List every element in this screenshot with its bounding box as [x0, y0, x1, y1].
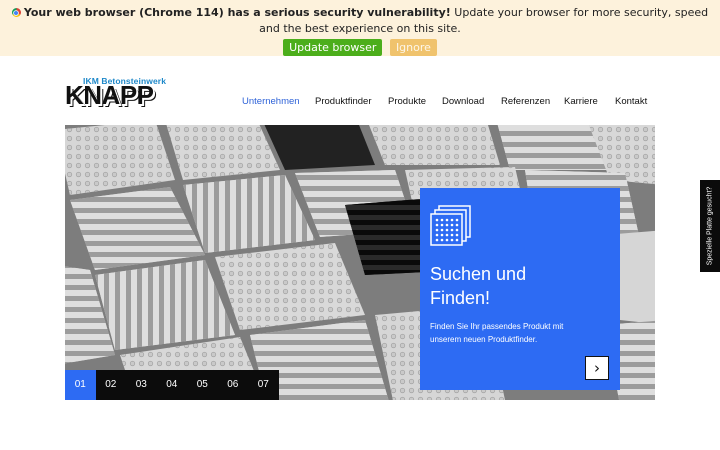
product-finder-icon — [430, 205, 471, 246]
produktfinder-promo[interactable]: Suchen und Finden! Finden Sie Ihr passend… — [420, 188, 620, 390]
nav-item-unternehmen[interactable]: Unternehmen — [242, 96, 300, 107]
nav-item-referenzen[interactable]: Referenzen — [501, 96, 550, 107]
logo-wordmark: KNAPP — [65, 80, 154, 110]
slide-button-05[interactable]: 05 — [187, 370, 218, 400]
chrome-icon — [11, 8, 21, 17]
slide-pager: 01 02 03 04 05 06 07 — [65, 370, 279, 400]
chevron-right-icon[interactable]: › — [585, 356, 609, 380]
promo-text-line1: Finden Sie Ihr passendes Produkt mit — [430, 322, 564, 331]
promo-text-line2: unserem neuen Produktfinder. — [430, 335, 538, 344]
nav-item-download[interactable]: Download — [442, 96, 484, 107]
promo-text: Finden Sie Ihr passendes Produkt mit unse… — [430, 320, 600, 346]
slide-button-07[interactable]: 07 — [248, 370, 279, 400]
slide-button-06[interactable]: 06 — [217, 370, 248, 400]
nav-item-produkte[interactable]: Produkte — [388, 96, 426, 107]
nav-item-kontakt[interactable]: Kontakt — [615, 96, 647, 107]
slide-button-03[interactable]: 03 — [126, 370, 157, 400]
ignore-button[interactable]: Ignore — [389, 39, 437, 56]
update-message: Your web browser (Chrome 114) has a seri… — [0, 5, 720, 37]
slide-button-04[interactable]: 04 — [156, 370, 187, 400]
special-plate-side-tab[interactable]: Spezielle Platte gesucht? — [700, 180, 720, 272]
browser-update-banner: Your web browser (Chrome 114) has a seri… — [0, 0, 720, 56]
nav-item-karriere[interactable]: Karriere — [564, 96, 598, 107]
promo-title: Suchen und Finden! — [430, 262, 610, 310]
update-warning-text: Your web browser (Chrome 114) has a seri… — [23, 6, 451, 19]
nav-item-produktfinder[interactable]: Produktfinder — [315, 96, 372, 107]
update-browser-button[interactable]: Update browser — [283, 39, 383, 56]
promo-title-line2: Finden! — [430, 288, 491, 308]
slide-button-02[interactable]: 02 — [95, 370, 126, 400]
slide-button-01[interactable]: 01 — [65, 370, 96, 400]
side-tab-label: Spezielle Platte gesucht? — [706, 186, 714, 266]
company-logo[interactable]: IKM Betonsteinwerk KNAPP — [65, 76, 185, 110]
promo-title-line1: Suchen und — [430, 264, 527, 284]
